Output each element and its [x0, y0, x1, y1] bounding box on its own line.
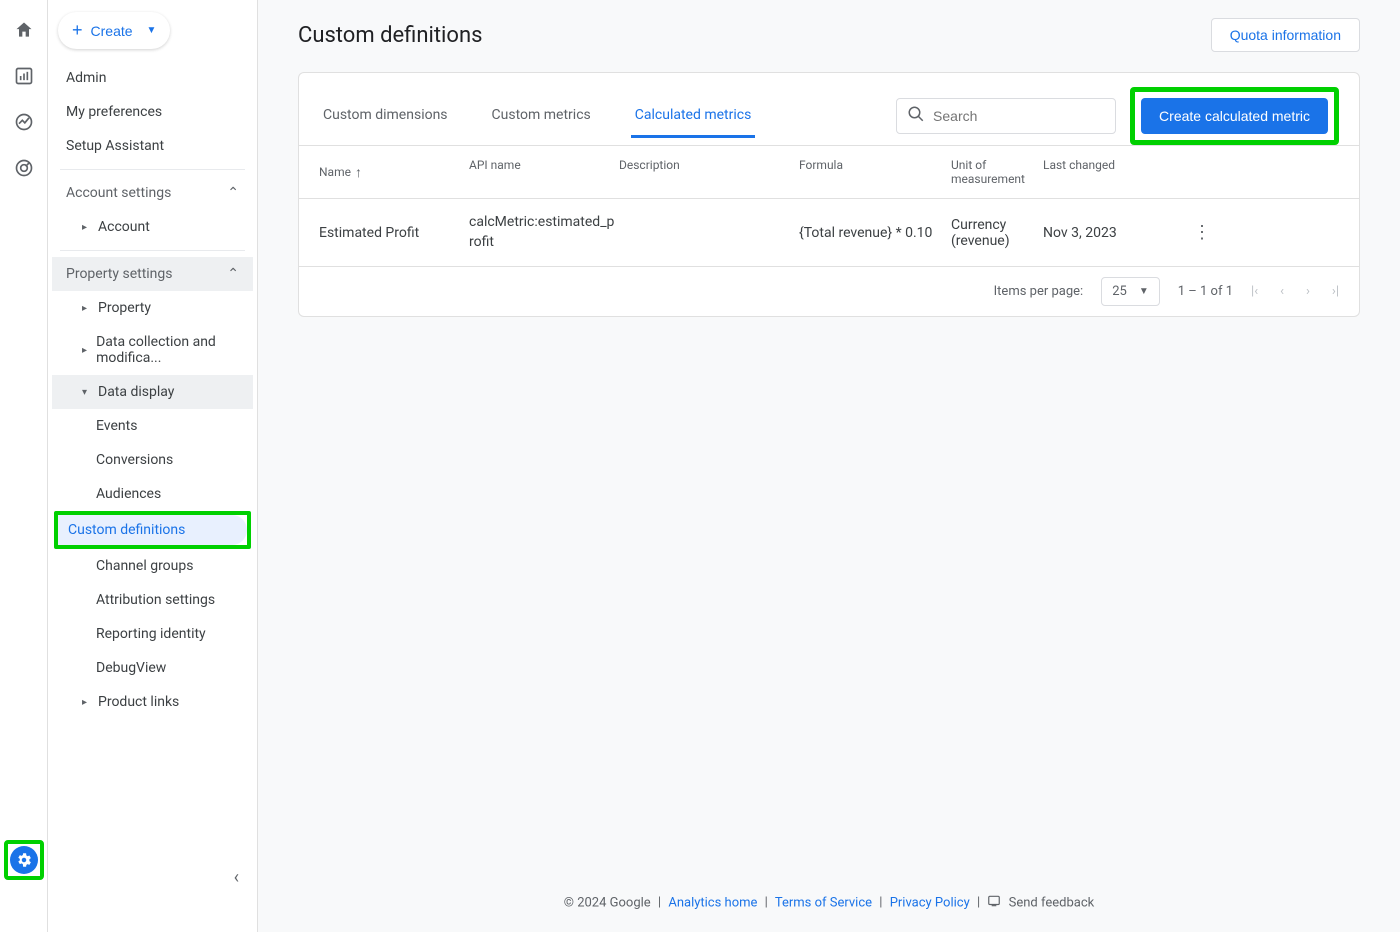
page-size-value: 25: [1112, 284, 1127, 299]
plus-icon: +: [72, 20, 83, 41]
footer: © 2024 Google | Analytics home | Terms o…: [258, 882, 1400, 932]
nav-product-links[interactable]: ▸ Product links: [52, 685, 253, 719]
nav-data-display[interactable]: ▾ Data display: [52, 375, 253, 409]
settings-highlight: [4, 840, 44, 880]
next-page-icon[interactable]: ›: [1306, 284, 1310, 299]
nav-debugview[interactable]: DebugView: [52, 651, 253, 685]
sidebar: + Create ▼ Admin My preferences Setup As…: [48, 0, 258, 932]
nav-product-links-label: Product links: [98, 694, 179, 710]
col-header-api[interactable]: API name: [469, 158, 619, 186]
nav-property[interactable]: ▸ Property: [52, 291, 253, 325]
prev-page-icon[interactable]: ‹: [1280, 284, 1284, 299]
divider: [60, 250, 245, 251]
nav-property-settings-label: Property settings: [66, 266, 173, 282]
footer-privacy-link[interactable]: Privacy Policy: [890, 895, 970, 910]
create-calculated-metric-button[interactable]: Create calculated metric: [1141, 98, 1328, 134]
pagination: Items per page: 25 ▼ 1 – 1 of 1 |‹ ‹ › ›…: [299, 267, 1359, 316]
arrow-right-icon: ▸: [82, 303, 90, 314]
tab-calculated-metrics[interactable]: Calculated metrics: [631, 95, 756, 138]
nav-property-label: Property: [98, 300, 151, 316]
definitions-card: Custom dimensions Custom metrics Calcula…: [298, 72, 1360, 317]
col-header-formula[interactable]: Formula: [799, 158, 951, 186]
col-header-description[interactable]: Description: [619, 158, 799, 186]
arrow-right-icon: ▸: [82, 697, 90, 708]
page-size-select[interactable]: 25 ▼: [1101, 277, 1160, 306]
reports-icon[interactable]: [12, 64, 36, 88]
col-header-unit[interactable]: Unit of measurement: [951, 158, 1043, 186]
nav-custom-definitions[interactable]: Custom definitions: [58, 515, 247, 545]
nav-data-collection-label: Data collection and modifica...: [96, 334, 239, 366]
footer-feedback-link[interactable]: Send feedback: [1009, 895, 1095, 910]
sort-ascending-icon: ↑: [355, 164, 362, 181]
nav-account-label: Account: [98, 219, 150, 235]
nav-audiences[interactable]: Audiences: [52, 477, 253, 511]
explore-icon[interactable]: [12, 110, 36, 134]
table-header: Name ↑ API name Description Formula Unit…: [299, 145, 1359, 199]
first-page-icon[interactable]: |‹: [1251, 284, 1258, 299]
arrow-right-icon: ▸: [82, 222, 90, 233]
col-header-last-changed[interactable]: Last changed: [1043, 158, 1193, 186]
create-label: Create: [91, 23, 133, 39]
nav-account-settings[interactable]: Account settings ⌃: [52, 176, 253, 210]
page-title: Custom definitions: [298, 23, 482, 48]
nav-setup-assistant[interactable]: Setup Assistant: [52, 129, 253, 163]
cell-unit: Currency (revenue): [951, 217, 1043, 249]
nav-property-settings[interactable]: Property settings ⌃: [52, 257, 253, 291]
nav-my-preferences[interactable]: My preferences: [52, 95, 253, 129]
create-metric-highlight: Create calculated metric: [1130, 87, 1339, 145]
feedback-icon: [987, 894, 1001, 912]
arrow-down-icon: ▾: [82, 387, 90, 398]
col-header-name[interactable]: Name ↑: [319, 158, 469, 186]
search-input[interactable]: [933, 108, 1114, 124]
cell-last-changed: Nov 3, 2023: [1043, 225, 1193, 241]
footer-terms-link[interactable]: Terms of Service: [775, 895, 872, 910]
nav-events[interactable]: Events: [52, 409, 253, 443]
footer-copyright: © 2024 Google: [564, 895, 651, 910]
create-button[interactable]: + Create ▼: [58, 12, 170, 49]
nav-data-display-label: Data display: [98, 384, 174, 400]
custom-definitions-highlight: Custom definitions: [54, 511, 251, 549]
nav-account[interactable]: ▸ Account: [52, 210, 253, 244]
caret-down-icon: ▼: [147, 25, 157, 36]
cell-formula: {Total revenue} * 0.10: [799, 225, 951, 241]
caret-down-icon: ▼: [1139, 286, 1149, 297]
nav-account-settings-label: Account settings: [66, 185, 171, 201]
main-content: Custom definitions Quota information Cus…: [258, 0, 1400, 932]
last-page-icon[interactable]: ›|: [1332, 284, 1339, 299]
nav-conversions[interactable]: Conversions: [52, 443, 253, 477]
footer-analytics-home-link[interactable]: Analytics home: [668, 895, 757, 910]
icon-rail: [0, 0, 48, 932]
nav-reporting-identity[interactable]: Reporting identity: [52, 617, 253, 651]
nav-admin[interactable]: Admin: [52, 61, 253, 95]
quota-information-button[interactable]: Quota information: [1211, 18, 1360, 52]
search-icon: [907, 105, 925, 127]
divider: [60, 169, 245, 170]
nav-data-collection[interactable]: ▸ Data collection and modifica...: [52, 325, 253, 375]
tab-custom-metrics[interactable]: Custom metrics: [488, 95, 595, 138]
pagination-range: 1 – 1 of 1: [1178, 284, 1233, 299]
arrow-right-icon: ▸: [82, 345, 88, 356]
admin-settings-icon[interactable]: [10, 846, 38, 874]
tab-custom-dimensions[interactable]: Custom dimensions: [319, 95, 452, 138]
nav-attribution-settings[interactable]: Attribution settings: [52, 583, 253, 617]
items-per-page-label: Items per page:: [994, 284, 1084, 299]
chevron-up-icon: ⌃: [227, 266, 239, 282]
home-icon[interactable]: [12, 18, 36, 42]
chevron-up-icon: ⌃: [227, 185, 239, 201]
table-row: Estimated Profit calcMetric:estimated_pr…: [299, 199, 1359, 267]
nav-channel-groups[interactable]: Channel groups: [52, 549, 253, 583]
cell-api: calcMetric:estimated_profit: [469, 213, 619, 252]
col-header-actions: [1193, 158, 1223, 186]
advertising-icon[interactable]: [12, 156, 36, 180]
row-more-icon[interactable]: ⋮: [1193, 222, 1223, 243]
search-box[interactable]: [896, 98, 1116, 134]
collapse-sidebar-icon[interactable]: ‹: [234, 867, 239, 888]
cell-name: Estimated Profit: [319, 225, 469, 241]
